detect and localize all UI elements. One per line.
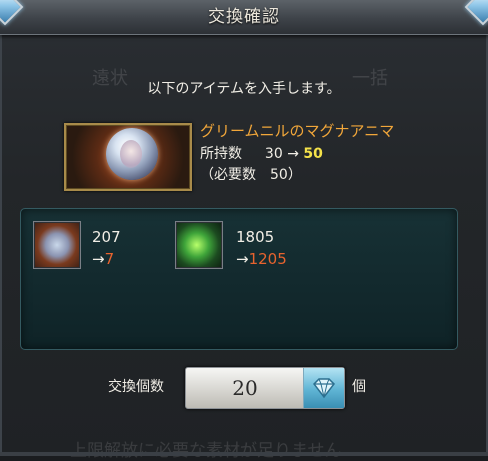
- confirm-message: 以下のアイテムを入手します。: [147, 81, 341, 97]
- cost-to-1: 7: [104, 250, 115, 268]
- orb-image: [106, 128, 158, 180]
- cost-to-row-1: →7: [92, 250, 114, 268]
- quantity-value: 20: [232, 376, 258, 400]
- quantity-select[interactable]: 20: [185, 367, 345, 409]
- magna-anima-orb-icon: [64, 123, 192, 191]
- quantity-label: 交換個数: [108, 379, 164, 395]
- cost-to-2: 1205: [248, 250, 287, 268]
- arrow-icon: →: [92, 250, 105, 268]
- owned-count-row: 所持数 30 → 50: [200, 143, 323, 163]
- owned-to: 50: [303, 146, 323, 162]
- anima-material-icon: [33, 221, 81, 269]
- arrow-icon: →: [287, 146, 299, 162]
- dialog-title: 交換確認: [208, 7, 280, 27]
- arrow-icon: →: [236, 250, 249, 268]
- dialog-header: 交換確認: [0, 0, 488, 35]
- exchange-confirm-dialog: 遠状 一括 交換確認 以下のアイテムを入手します。 グリームニルのマグナアニマ …: [0, 0, 488, 461]
- dialog-bottom-border: [0, 452, 488, 456]
- cost-from-2: 1805: [236, 228, 275, 246]
- cost-to-row-2: →1205: [236, 250, 287, 268]
- background-warning-text: 上限解放に必要な素材が足りません: [70, 441, 342, 461]
- green-material-icon: [175, 221, 223, 269]
- diamond-dropdown-icon[interactable]: [303, 368, 344, 408]
- item-name: グリームニルのマグナアニマ: [200, 122, 395, 140]
- owned-label: 所持数: [200, 146, 242, 162]
- owned-from: 30: [264, 146, 283, 162]
- quantity-unit: 個: [352, 379, 366, 395]
- required-count: （必要数 50）: [200, 167, 302, 183]
- cost-from-1: 207: [92, 228, 121, 246]
